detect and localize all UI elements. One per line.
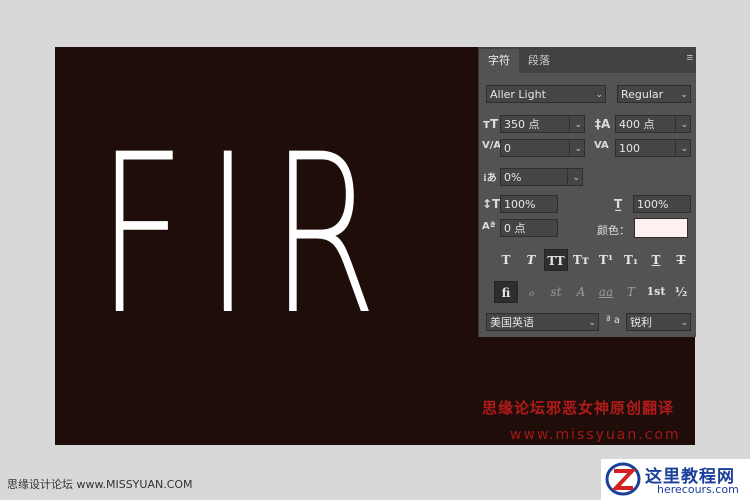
- panel-menu-icon[interactable]: ≡: [687, 53, 693, 64]
- small-caps-button[interactable]: Tт: [569, 249, 593, 271]
- tab-paragraph[interactable]: 段落: [519, 49, 559, 73]
- language-select[interactable]: 美国英语 ⌄: [486, 313, 599, 331]
- chevron-down-icon: ⌄: [680, 90, 688, 100]
- all-caps-button[interactable]: TT: [544, 249, 568, 271]
- character-panel: 字符 段落 ≡ Aller Light ⌄ Regular ⌄ ᴛT 350 点…: [478, 47, 696, 337]
- antialias-icon: ª a: [606, 315, 621, 326]
- horizontal-scale-icon: T̲: [614, 197, 623, 211]
- faux-bold-button[interactable]: T: [494, 249, 518, 271]
- stylistic-alternates-button[interactable]: aa: [594, 281, 618, 303]
- chevron-down-icon: ⌄: [680, 318, 688, 328]
- footer-site-credit: 思缘设计论坛 www.MISSYUAN.COM: [7, 478, 193, 491]
- font-family-select[interactable]: Aller Light ⌄: [486, 85, 606, 103]
- canvas-text-fir: FIR: [97, 107, 397, 363]
- language-value: 美国英语: [490, 316, 534, 329]
- color-label: 颜色：: [597, 224, 630, 237]
- chevron-down-icon: ⌄: [574, 120, 582, 130]
- font-style-value: Regular: [621, 88, 664, 101]
- style-buttons: T T TT Tт T¹ T₁ T T: [494, 249, 694, 271]
- antialias-select[interactable]: 锐利 ⌄: [626, 313, 691, 331]
- chevron-down-icon: ⌄: [572, 173, 580, 183]
- tracking-field[interactable]: 100 ⌄: [615, 139, 691, 157]
- panel-tabs: 字符 段落 ≡: [479, 47, 696, 73]
- strikethrough-button[interactable]: T: [669, 249, 693, 271]
- font-size-icon: ᴛT: [483, 117, 499, 131]
- tracking-value: 100: [619, 142, 640, 155]
- underline-button[interactable]: T: [644, 249, 668, 271]
- tab-character[interactable]: 字符: [479, 49, 519, 73]
- font-family-value: Aller Light: [490, 88, 546, 101]
- antialias-value: 锐利: [630, 316, 652, 329]
- swash-button[interactable]: A: [569, 281, 593, 303]
- leading-value: 400 点: [619, 118, 655, 131]
- watermark-url: www.missyuan.com: [510, 427, 681, 443]
- horizontal-scale-field[interactable]: 100%: [633, 195, 691, 213]
- baseline-shift-field[interactable]: 0 点: [500, 219, 558, 237]
- tsume-field[interactable]: 0% ⌄: [500, 168, 583, 186]
- fractions-button[interactable]: ½: [669, 281, 693, 303]
- color-swatch[interactable]: [634, 218, 688, 238]
- font-size-value: 350 点: [504, 118, 540, 131]
- tracking-icon: VA: [594, 140, 609, 151]
- chevron-down-icon: ⌄: [595, 90, 603, 100]
- ordinals-button[interactable]: 1st: [644, 281, 668, 303]
- vertical-scale-value: 100%: [504, 198, 536, 211]
- ligatures-button[interactable]: fi: [494, 281, 518, 303]
- kerning-icon: V/A: [482, 140, 502, 151]
- titling-alternates-button[interactable]: T: [619, 281, 643, 303]
- discretionary-ligatures-button[interactable]: st: [544, 281, 568, 303]
- font-style-select[interactable]: Regular ⌄: [617, 85, 691, 103]
- chevron-down-icon: ⌄: [574, 144, 582, 154]
- faux-italic-button[interactable]: T: [519, 249, 543, 271]
- baseline-shift-value: 0 点: [504, 222, 526, 235]
- chevron-down-icon: ⌄: [588, 318, 596, 328]
- leading-icon: ‡A: [595, 117, 611, 131]
- superscript-button[interactable]: T¹: [594, 249, 618, 271]
- chevron-down-icon: ⌄: [680, 120, 688, 130]
- subscript-button[interactable]: T₁: [619, 249, 643, 271]
- vertical-scale-field[interactable]: 100%: [500, 195, 558, 213]
- chevron-down-icon: ⌄: [680, 144, 688, 154]
- kerning-field[interactable]: 0 ⌄: [500, 139, 585, 157]
- font-size-field[interactable]: 350 点 ⌄: [500, 115, 585, 133]
- tsume-icon: ⁞あ: [483, 173, 497, 184]
- vertical-scale-icon: ↕T: [482, 197, 501, 211]
- watermark-chinese: 思缘论坛邪恶女神原创翻译: [482, 399, 675, 417]
- site-logo[interactable]: 这里教程网 herecours.com: [601, 459, 750, 500]
- kerning-value: 0: [504, 142, 511, 155]
- logo-url-text: herecours.com: [657, 483, 739, 496]
- horizontal-scale-value: 100%: [637, 198, 669, 211]
- leading-field[interactable]: 400 点 ⌄: [615, 115, 691, 133]
- baseline-shift-icon: Aª: [482, 221, 496, 232]
- opentype-buttons: fi ℴ st A aa T 1st ½: [494, 281, 694, 303]
- old-style-button[interactable]: ℴ: [519, 281, 543, 303]
- logo-mark-icon: [605, 462, 641, 496]
- tsume-value: 0%: [504, 171, 522, 184]
